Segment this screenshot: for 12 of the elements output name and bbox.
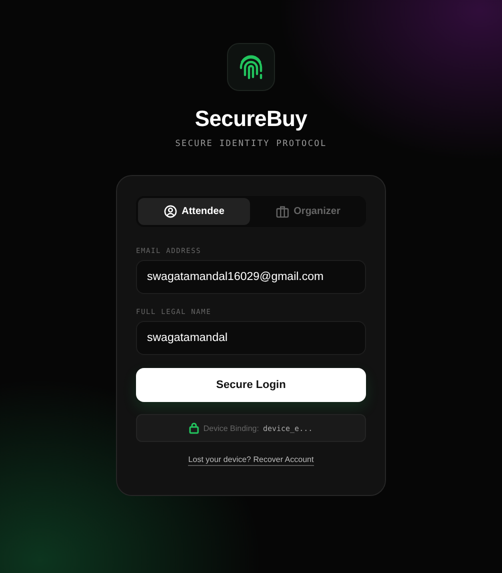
briefcase-icon xyxy=(276,205,289,218)
user-icon xyxy=(164,205,177,218)
app-title: SecureBuy xyxy=(194,106,308,132)
lock-icon xyxy=(189,422,200,434)
recover-link[interactable]: Lost your device? Recover Account xyxy=(188,455,314,466)
binding-label: Device Binding: xyxy=(203,424,259,432)
input-field[interactable]: swagatamandal16029@gmail.com xyxy=(136,260,366,294)
input-field[interactable]: swagatamandal xyxy=(136,321,366,355)
role-tab[interactable]: Attendee xyxy=(138,198,250,225)
fingerprint-icon xyxy=(238,53,264,81)
login-button[interactable]: Secure Login xyxy=(136,368,366,402)
app-subtitle: SECURE IDENTITY PROTOCOL xyxy=(175,139,327,149)
